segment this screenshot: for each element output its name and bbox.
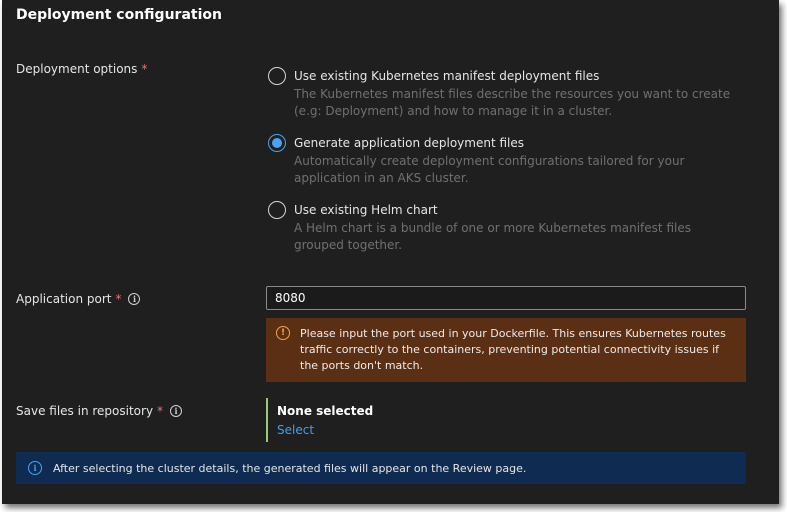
required-asterisk: * — [157, 404, 164, 418]
port-warning-text: Please input the port used in your Docke… — [300, 327, 726, 372]
info-icon[interactable]: i — [170, 405, 183, 417]
review-info-text: After selecting the cluster details, the… — [53, 461, 527, 475]
radio-head-existing-manifest[interactable]: Use existing Kubernetes manifest deploym… — [268, 67, 748, 85]
radio-button-existing-manifest[interactable] — [268, 67, 286, 85]
radio-description-helm-chart: A Helm chart is a bundle of one or more … — [294, 221, 691, 252]
radio-label-generate-files: Generate application deployment files — [294, 136, 524, 150]
radio-description-generate-files: Automatically create deployment configur… — [294, 154, 685, 185]
section-title: Deployment configuration — [16, 7, 222, 23]
radio-button-generate-files[interactable] — [268, 134, 286, 152]
radio-label-helm-chart: Use existing Helm chart — [294, 203, 438, 217]
warning-icon: ! — [276, 326, 290, 340]
repository-status: None selected — [277, 404, 374, 418]
radio-head-helm-chart[interactable]: Use existing Helm chart — [268, 201, 748, 219]
deployment-options-label-text: Deployment options — [16, 62, 138, 76]
save-files-label: Save files in repository * i — [16, 404, 183, 418]
select-repository-link[interactable]: Select — [277, 423, 314, 437]
radio-option-existing-manifest[interactable]: Use existing Kubernetes manifest deploym… — [268, 67, 748, 120]
application-port-input[interactable] — [266, 286, 746, 310]
save-files-label-text: Save files in repository — [16, 404, 154, 418]
application-port-label: Application port * i — [16, 292, 141, 306]
radio-option-generate-files[interactable]: Generate application deployment files Au… — [268, 134, 748, 187]
repository-selection: None selected Select — [266, 398, 373, 442]
radio-description-existing-manifest: The Kubernetes manifest files describe t… — [294, 87, 731, 118]
required-asterisk: * — [141, 62, 148, 76]
port-warning-message: ! Please input the port used in your Doc… — [266, 318, 746, 382]
deployment-configuration-panel: Deployment configuration Deployment opti… — [2, 0, 779, 504]
required-asterisk: * — [115, 292, 122, 306]
application-port-label-text: Application port — [16, 292, 112, 306]
radio-head-generate-files[interactable]: Generate application deployment files — [268, 134, 748, 152]
radio-button-helm-chart[interactable] — [268, 201, 286, 219]
review-info-bar: i After selecting the cluster details, t… — [16, 452, 746, 484]
deployment-options-label: Deployment options * — [16, 62, 147, 76]
info-icon: i — [28, 461, 42, 475]
info-icon[interactable]: i — [128, 293, 141, 305]
radio-option-helm-chart[interactable]: Use existing Helm chart A Helm chart is … — [268, 201, 748, 254]
radio-label-existing-manifest: Use existing Kubernetes manifest deploym… — [294, 69, 600, 83]
